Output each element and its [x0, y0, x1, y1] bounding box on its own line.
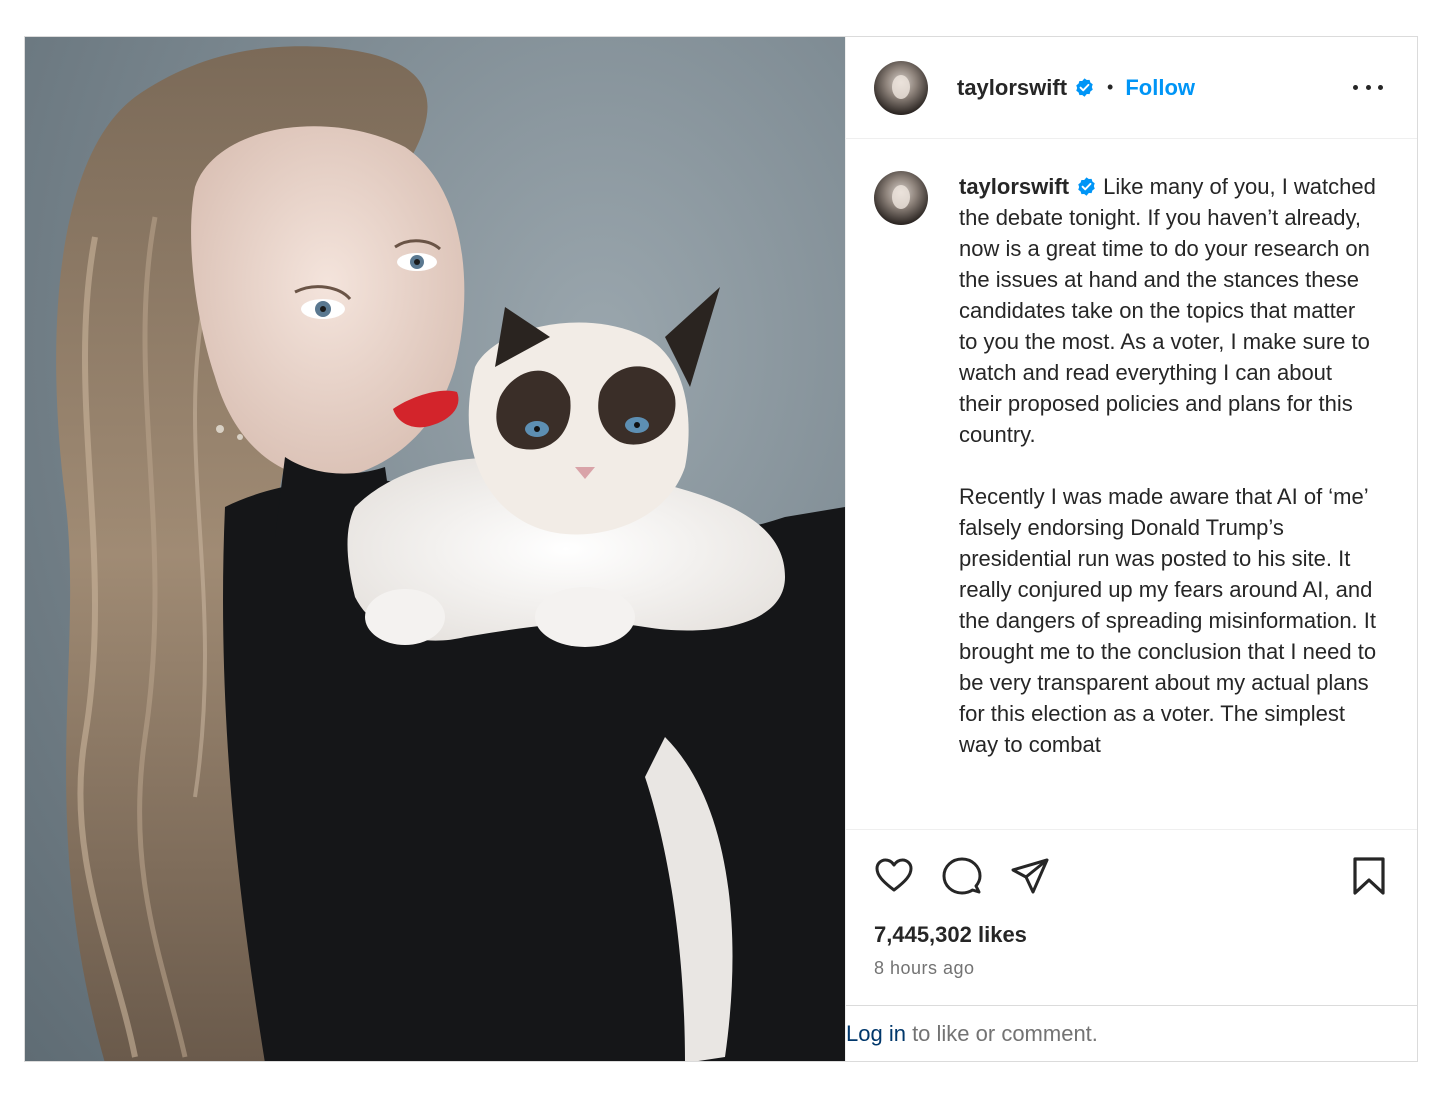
header-username[interactable]: taylorswift: [957, 75, 1067, 101]
caption-avatar[interactable]: [874, 171, 928, 225]
login-rest-text: to like or comment.: [905, 1020, 1098, 1046]
heart-icon[interactable]: [874, 856, 914, 896]
caption-paragraph-2: Recently I was made aware that AI of ‘me…: [959, 484, 1377, 757]
actions-section: 7,445,302 likes 8 hours ago: [846, 829, 1417, 1005]
caption-username[interactable]: taylorswift: [959, 174, 1069, 199]
login-link[interactable]: Log in: [846, 1021, 906, 1047]
post-photo-illustration: [56, 46, 845, 1061]
comment-icon[interactable]: [942, 856, 982, 896]
bookmark-icon[interactable]: [1349, 856, 1389, 896]
verified-badge-icon: [1076, 78, 1093, 97]
login-prompt: Log in to like or comment.: [846, 1005, 1417, 1061]
caption-verified-badge-icon: [1078, 177, 1095, 196]
more-dot: [1378, 84, 1383, 90]
post-header: taylorswift • Follow: [846, 37, 1417, 139]
caption-text: taylorswift Like many of you, I watched …: [959, 171, 1379, 829]
share-icon[interactable]: [1010, 856, 1050, 896]
separator-dot: •: [1107, 77, 1114, 97]
caption-area[interactable]: taylorswift Like many of you, I watched …: [846, 139, 1417, 829]
more-options-icon[interactable]: [1353, 77, 1383, 97]
likes-count[interactable]: 7,445,302 likes: [874, 922, 1027, 948]
more-dot: [1353, 84, 1358, 90]
post-side-panel: taylorswift • Follow taylorswift Like ma…: [845, 37, 1417, 1061]
instagram-post: taylorswift • Follow taylorswift Like ma…: [24, 36, 1418, 1062]
follow-button[interactable]: Follow: [1125, 75, 1195, 101]
caption-paragraph-1: taylorswift Like many of you, I watched …: [959, 171, 1379, 450]
post-photo[interactable]: [25, 37, 845, 1061]
caption-body-1: Like many of you, I watched the debate t…: [959, 174, 1376, 447]
more-dot: [1365, 84, 1371, 90]
action-bar: [874, 856, 1389, 896]
post-timestamp[interactable]: 8 hours ago: [874, 958, 975, 979]
avatar[interactable]: [874, 60, 928, 115]
